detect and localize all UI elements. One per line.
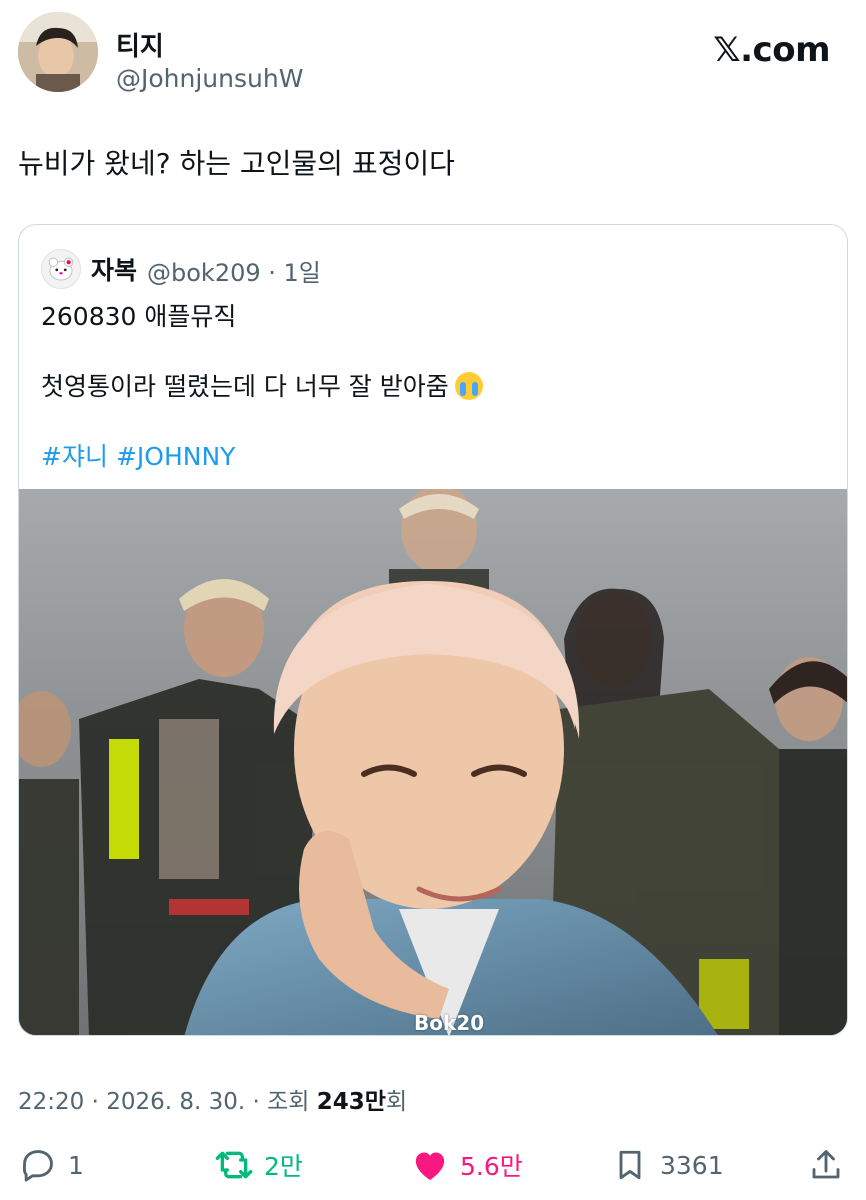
quoted-text-line2-text: 첫영통이라 떨렸는데 다 너무 잘 받아줌	[41, 372, 449, 401]
like-count: 5.6만	[460, 1152, 523, 1181]
reply-button[interactable]: 1	[18, 1140, 84, 1190]
loudly-crying-face-icon	[454, 372, 483, 400]
bookmark-button[interactable]: 3361	[610, 1140, 724, 1190]
quoted-text-line2: 첫영통이라 떨렸는데 다 너무 잘 받아줌	[41, 367, 483, 403]
hashtag-link[interactable]: #JOHNNY	[116, 442, 235, 471]
quoted-tweet[interactable]: 자복 @bok209 · 1일 260830 애플뮤직 첫영통이라 떨렸는데 다…	[18, 224, 848, 1036]
views-count: 243만	[316, 1089, 386, 1115]
repost-count: 2만	[264, 1152, 303, 1181]
quoted-display-name[interactable]: 자복	[91, 251, 137, 287]
tweet-text: 뉴비가 왔네? 하는 고인물의 표정이다	[18, 147, 455, 180]
repost-button[interactable]: 2만	[214, 1140, 303, 1190]
views-label: 조회	[267, 1089, 317, 1115]
heart-icon	[410, 1145, 450, 1185]
timestamp[interactable]: 22:20 · 2026. 8. 30. ·	[18, 1089, 267, 1115]
quoted-text-line1: 260830 애플뮤직	[41, 302, 237, 331]
tweet-header: 티지 @JohnjunsuhW 𝕏.com	[18, 12, 848, 94]
like-button[interactable]: 5.6만	[410, 1140, 523, 1190]
tweet-meta: 22:20 · 2026. 8. 30. · 조회 243만회	[18, 1082, 407, 1116]
reply-count: 1	[68, 1150, 84, 1180]
reply-icon	[18, 1145, 58, 1185]
photo-illustration	[19, 489, 847, 1035]
author-avatar[interactable]	[18, 12, 98, 92]
hashtag-link[interactable]: #쟈니	[41, 442, 108, 471]
action-bar: 1 2만 5.6만 3361	[18, 1140, 848, 1190]
views-suffix: 회	[385, 1089, 408, 1115]
quoted-author-avatar[interactable]	[41, 249, 81, 289]
photo-watermark: Bok20	[414, 1011, 485, 1035]
author-handle[interactable]: @JohnjunsuhW	[116, 64, 303, 93]
quoted-handle-time[interactable]: @bok209 · 1일	[147, 253, 321, 288]
x-logo: 𝕏.com	[713, 30, 830, 70]
repost-icon	[214, 1145, 254, 1185]
author-display-name[interactable]: 티지	[116, 26, 164, 63]
share-button[interactable]	[806, 1140, 846, 1190]
share-icon	[806, 1145, 846, 1185]
hashtags: #쟈니 #JOHNNY	[41, 437, 243, 473]
quoted-photo[interactable]: Bok20	[19, 489, 847, 1035]
bookmark-icon	[610, 1145, 650, 1185]
bookmark-count: 3361	[660, 1150, 724, 1180]
